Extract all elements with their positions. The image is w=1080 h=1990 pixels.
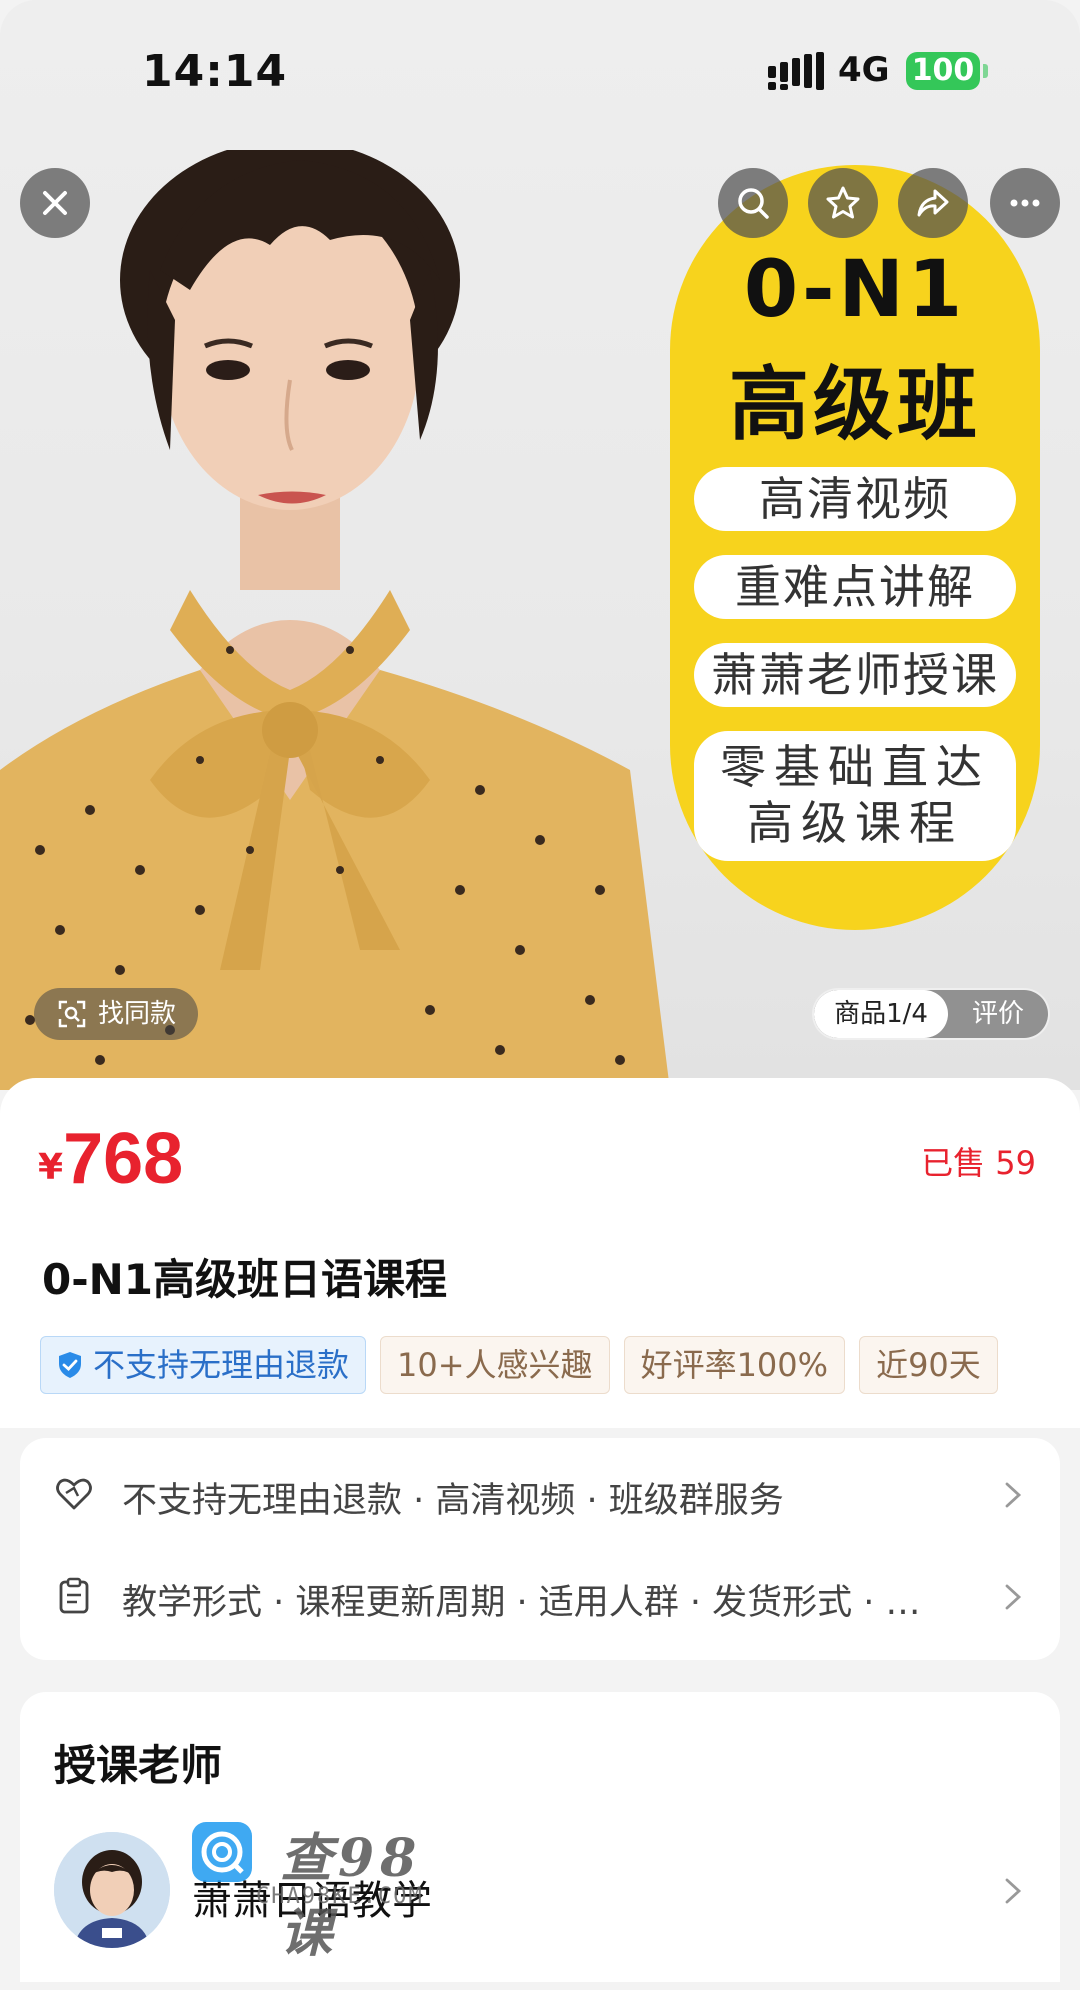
watermark-logo-icon bbox=[192, 1822, 252, 1882]
course-promo-badge: 0-N1 高级班 高清视频 重难点讲解 萧萧老师授课 零基础直达 高级课程 bbox=[670, 165, 1040, 930]
shield-check-icon bbox=[59, 1352, 81, 1378]
chevron-right-icon bbox=[1005, 1482, 1022, 1508]
search-button[interactable] bbox=[718, 168, 788, 238]
network-type: 4G bbox=[838, 50, 890, 90]
badge-pill-teacher: 萧萧老师授课 bbox=[694, 643, 1016, 707]
find-similar-label: 找同款 bbox=[98, 999, 177, 1029]
more-button[interactable] bbox=[990, 168, 1060, 238]
badge-title-class: 高级班 bbox=[729, 358, 981, 451]
status-bar: 14:14 4G 100 bbox=[0, 0, 1080, 150]
badge-pill-key-points: 重难点讲解 bbox=[694, 555, 1016, 619]
chevron-right-icon[interactable] bbox=[1002, 1876, 1024, 1906]
tag-interested[interactable]: 10+人感兴趣 bbox=[380, 1336, 610, 1394]
badge-pill-zero-to-advanced: 零基础直达 高级课程 bbox=[694, 731, 1016, 861]
badge-pill-line2: 高级课程 bbox=[747, 796, 963, 850]
close-icon bbox=[43, 191, 67, 215]
clipboard-icon bbox=[59, 1577, 89, 1614]
segment-reviews[interactable]: 评价 bbox=[948, 990, 1048, 1038]
badge-pill-hd-video: 高清视频 bbox=[694, 467, 1016, 531]
service-params-text: 教学形式 · 课程更新周期 · 适用人群 · 发货形式 · … bbox=[122, 1583, 921, 1623]
sold-count: 已售 59 bbox=[921, 1144, 1036, 1182]
share-button[interactable] bbox=[898, 168, 968, 238]
price-currency: ¥ bbox=[38, 1147, 64, 1188]
product-image-gallery[interactable]: 14:14 4G 100 0-N1 高级班 高清视频 重难点讲解 萧萧老师授课 … bbox=[0, 0, 1080, 1090]
tag-rating[interactable]: 好评率100% bbox=[623, 1336, 846, 1394]
scan-icon bbox=[58, 1000, 86, 1028]
product-title: 0-N1高级班日语课程 bbox=[42, 1255, 448, 1304]
watermark-subtext: CHA98KE.COM bbox=[256, 1884, 424, 1909]
more-icon bbox=[1010, 199, 1040, 207]
badge-title-level: 0-N1 bbox=[743, 245, 967, 335]
teacher-avatar[interactable] bbox=[54, 1832, 170, 1948]
favorite-button[interactable] bbox=[808, 168, 878, 238]
service-guarantee-text: 不支持无理由退款 · 高清视频 · 班级群服务 bbox=[122, 1481, 784, 1521]
search-icon bbox=[738, 188, 769, 219]
teacher-avatar-image bbox=[54, 1832, 170, 1948]
heart-icon bbox=[56, 1478, 92, 1510]
tag-no-refund[interactable]: 不支持无理由退款 bbox=[40, 1336, 367, 1394]
status-time: 14:14 bbox=[142, 46, 288, 97]
service-params-row[interactable]: 教学形式 · 课程更新周期 · 适用人群 · 发货形式 · … bbox=[20, 1546, 1060, 1646]
product-tags[interactable]: 不支持无理由退款 10+人感兴趣 好评率100% 近90天 bbox=[40, 1336, 1040, 1396]
service-guarantee-row[interactable]: 不支持无理由退款 · 高清视频 · 班级群服务 bbox=[20, 1444, 1060, 1544]
star-icon bbox=[826, 186, 860, 219]
segment-product-counter[interactable]: 商品1/4 bbox=[814, 990, 948, 1038]
gallery-segment-control[interactable]: 商品1/4 评价 bbox=[812, 988, 1050, 1040]
price: ¥768 bbox=[38, 1118, 183, 1200]
presenter-photo bbox=[0, 150, 670, 1090]
service-info-card: 不支持无理由退款 · 高清视频 · 班级群服务 教学形式 · 课程更新周期 · … bbox=[20, 1438, 1060, 1660]
tag-no-refund-label: 不支持无理由退款 bbox=[93, 1346, 350, 1384]
chevron-right-icon bbox=[1005, 1584, 1022, 1610]
price-value: 768 bbox=[63, 1119, 184, 1199]
share-icon bbox=[917, 189, 949, 217]
product-info-card: ¥768 已售 59 0-N1高级班日语课程 不支持无理由退款 10+人感兴趣好… bbox=[0, 1078, 1080, 1428]
teacher-heading: 授课老师 bbox=[54, 1741, 223, 1790]
battery-indicator: 100 bbox=[906, 52, 988, 90]
tag-recent[interactable]: 近90天 bbox=[859, 1336, 998, 1394]
signal-icon bbox=[768, 52, 824, 90]
close-button[interactable] bbox=[20, 168, 90, 238]
watermark: 查98课 CHA98KE.COM bbox=[192, 1822, 472, 1964]
teacher-card: 授课老师 萧萧日语教学 bbox=[20, 1692, 1060, 1982]
badge-pill-line1: 零基础直达 bbox=[720, 740, 990, 794]
find-similar-button[interactable]: 找同款 bbox=[34, 988, 199, 1040]
